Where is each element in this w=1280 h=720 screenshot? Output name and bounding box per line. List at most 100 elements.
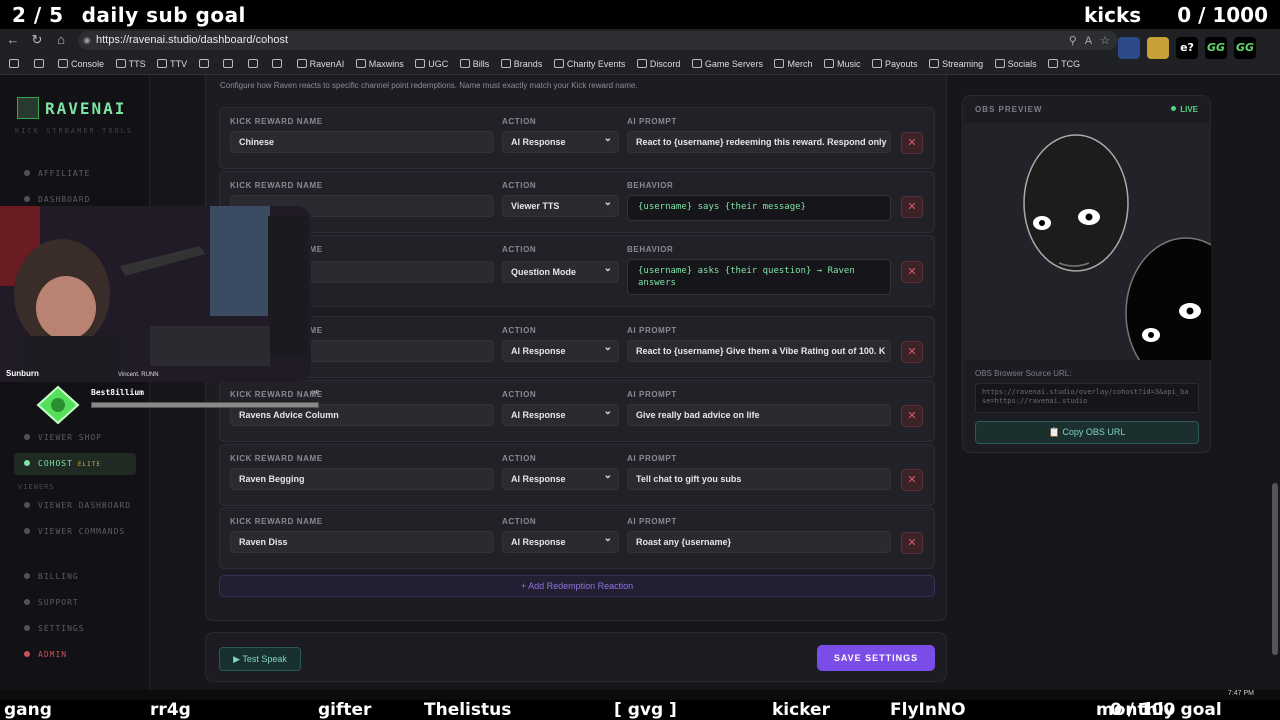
folder-icon — [691, 59, 702, 68]
bookmark-folder[interactable]: Game Servers — [691, 53, 763, 75]
ai-prompt-label: AI PROMPT — [627, 117, 677, 126]
raven-logo-icon — [17, 97, 39, 119]
bookmark-folder[interactable]: Merch — [774, 53, 812, 75]
raven-avatar-heads — [1023, 134, 1211, 360]
emote-5-icon: GG — [1234, 37, 1256, 59]
sidebar-item-viewer-dashboard[interactable]: VIEWER DASHBOARD — [14, 495, 136, 517]
page-scrollbar[interactable] — [1270, 75, 1280, 690]
delete-row-button[interactable]: ✕ — [901, 132, 923, 154]
bookmark-item[interactable]: Maxwins — [355, 53, 404, 75]
bookmark-label: Charity Events — [566, 59, 626, 69]
add-redemption-button[interactable]: + Add Redemption Reaction — [219, 575, 935, 597]
webcam-feed — [0, 206, 311, 382]
action-select[interactable]: AI Response — [502, 404, 619, 426]
action-select[interactable]: AI Response — [502, 531, 619, 553]
ai-prompt-input[interactable]: React to {username} redeeming this rewar… — [627, 131, 891, 153]
action-select[interactable]: AI Response — [502, 131, 619, 153]
sidebar-item-support[interactable]: SUPPORT — [14, 592, 136, 614]
action-bar: ▶ Test Speak SAVE SETTINGS — [205, 632, 947, 682]
obs-preview-card: OBS PREVIEW LIVE OBS Browser Source URL:… — [962, 95, 1211, 453]
ai-prompt-input[interactable]: Tell chat to gift you subs — [627, 468, 891, 490]
bookmark-folder[interactable]: UGC — [415, 53, 448, 75]
bookmark-folder[interactable]: Socials — [994, 53, 1037, 75]
redemption-row: KICK REWARD NAME ACTION AI PROMPT k AI R… — [219, 316, 935, 378]
sidebar-item-viewer-commands[interactable]: VIEWER COMMANDS — [14, 521, 136, 543]
reward-name-input[interactable]: Chinese — [230, 131, 494, 153]
bookmark-folder[interactable]: Charity Events — [553, 53, 626, 75]
sidebar-item-billing[interactable]: BILLING — [14, 566, 136, 588]
delete-row-button[interactable]: ✕ — [901, 405, 923, 427]
bookmark-folder[interactable]: Discord — [636, 53, 680, 75]
site-info-icon[interactable]: ◉ — [83, 31, 91, 50]
delete-row-button[interactable]: ✕ — [901, 196, 923, 218]
folder-icon — [994, 59, 1005, 68]
bookmark-item[interactable]: TTS — [115, 53, 146, 75]
bookmark-label: TCG — [1061, 59, 1081, 69]
bookmark-item[interactable] — [33, 53, 47, 75]
delete-row-button[interactable]: ✕ — [901, 469, 923, 491]
test-speak-button[interactable]: ▶ Test Speak — [219, 647, 301, 671]
ticker-item: [ gvg ] — [614, 700, 677, 720]
action-select[interactable]: Viewer TTS — [502, 195, 619, 217]
close-icon: ✕ — [907, 410, 917, 422]
bookmark-folder[interactable]: Brands — [500, 53, 542, 75]
action-select[interactable]: Question Mode — [502, 261, 619, 283]
bookmark-folder[interactable]: Payouts — [872, 53, 918, 75]
hp-bar-fill — [92, 403, 318, 407]
app: RAVENAI KICK STREAMER TOOLS AFFILIATE DA… — [0, 75, 1280, 690]
bookmark-item[interactable] — [247, 53, 261, 75]
delete-row-button[interactable]: ✕ — [901, 532, 923, 554]
ai-prompt-input[interactable]: Roast any {username} — [627, 531, 891, 553]
bookmark-item[interactable] — [223, 53, 236, 75]
translate-icon[interactable]: A — [1085, 35, 1092, 47]
ai-prompt-input[interactable]: Give really bad advice on life — [627, 404, 891, 426]
save-settings-button[interactable]: SAVE SETTINGS — [817, 645, 935, 671]
folder-icon — [1048, 59, 1059, 68]
bookmark-item[interactable]: RavenAI — [296, 53, 344, 75]
back-icon[interactable]: ← — [5, 32, 21, 48]
shop-icon — [24, 434, 30, 440]
delete-row-button[interactable]: ✕ — [901, 341, 923, 363]
sidebar-item-label: ADMIN — [38, 650, 68, 659]
bookmark-folder[interactable]: TCG — [1048, 53, 1080, 75]
home-icon[interactable]: ⌂ — [53, 32, 69, 48]
webcam-name-tag: Sunburn — [6, 369, 39, 378]
action-label: ACTION — [502, 181, 537, 190]
sidebar-item-label: VIEWER COMMANDS — [38, 527, 126, 536]
bookmark-star-icon[interactable]: ☆ — [1100, 35, 1110, 47]
sidebar-item-viewer-shop[interactable]: VIEWER SHOP — [14, 427, 136, 449]
sidebar-item-affiliate[interactable]: AFFILIATE — [14, 163, 136, 185]
sidebar-item-settings[interactable]: SETTINGS — [14, 618, 136, 640]
ai-prompt-label: AI PROMPT — [627, 326, 677, 335]
reward-name-input[interactable]: Raven Begging — [230, 468, 494, 490]
reload-icon[interactable]: ↻ — [29, 32, 45, 48]
ticker-item: gifter — [318, 700, 372, 720]
bookmark-icon — [272, 59, 283, 68]
ai-prompt-input[interactable]: React to {username} Give them a Vibe Rat… — [627, 340, 891, 362]
sidebar-item-label: VIEWER DASHBOARD — [38, 501, 132, 510]
bookmark-item[interactable] — [272, 53, 285, 75]
bookmark-item[interactable]: TTV — [157, 53, 187, 75]
delete-row-button[interactable]: ✕ — [901, 261, 923, 283]
scrollbar-thumb[interactable] — [1272, 483, 1278, 655]
reward-name-label: KICK REWARD NAME — [230, 517, 323, 526]
bookmark-folder[interactable]: Streaming — [929, 53, 983, 75]
action-select[interactable]: AI Response — [502, 468, 619, 490]
bookmark-item[interactable] — [198, 53, 212, 75]
sidebar-item-cohost[interactable]: COHOST ELITE — [14, 453, 136, 475]
bookmark-folder[interactable]: Music — [824, 53, 861, 75]
bookmark-item[interactable] — [9, 53, 22, 75]
redemption-row: KICK REWARD NAME ACTION BEHAVIOR stion Q… — [219, 235, 935, 307]
sidebar-item-admin[interactable]: ADMIN — [14, 644, 136, 666]
bookmark-label: Streaming — [942, 59, 984, 69]
action-label: ACTION — [502, 326, 537, 335]
copy-obs-url-button[interactable]: 📋 Copy OBS URL — [975, 421, 1199, 444]
bookmark-folder[interactable]: Bills — [459, 53, 489, 75]
action-select[interactable]: AI Response — [502, 340, 619, 362]
address-bar[interactable]: ◉ https://ravenai.studio/dashboard/cohos… — [78, 31, 1118, 50]
reward-name-input[interactable]: Raven Diss — [230, 531, 494, 553]
close-icon: ✕ — [907, 346, 917, 358]
bookmark-item[interactable]: Console — [58, 53, 104, 75]
obs-url-field[interactable]: https://ravenai.studio/overlay/cohost?id… — [975, 383, 1199, 413]
zoom-icon[interactable]: ⚲ — [1069, 35, 1077, 47]
